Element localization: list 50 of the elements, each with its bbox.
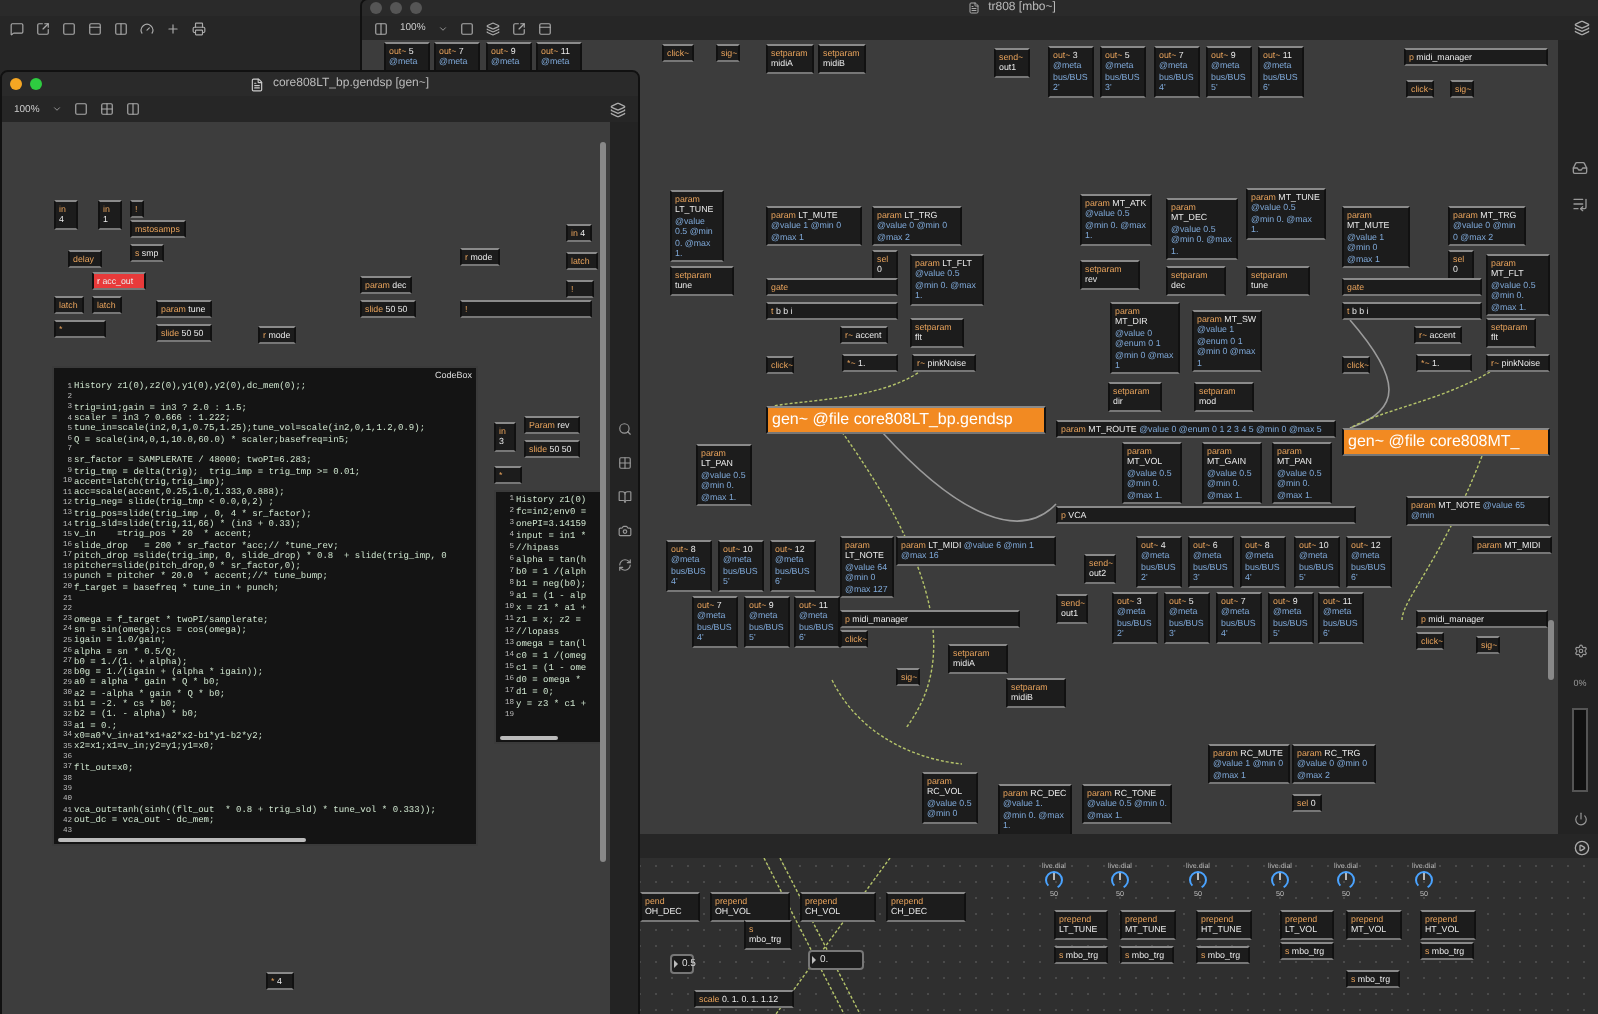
refresh-icon[interactable] xyxy=(617,558,631,572)
knob[interactable] xyxy=(1044,870,1064,890)
layers-icon[interactable] xyxy=(485,21,500,35)
comment-icon[interactable] xyxy=(10,21,24,35)
patch-cord[interactable] xyxy=(1349,371,1491,429)
knob[interactable] xyxy=(1336,870,1356,890)
patch-cord[interactable] xyxy=(1349,319,1390,429)
patch-cord[interactable] xyxy=(773,369,923,407)
caret-icon[interactable] xyxy=(437,23,448,33)
camera-icon[interactable] xyxy=(617,524,631,538)
plus-icon[interactable] xyxy=(166,21,180,35)
knob[interactable] xyxy=(1188,870,1208,890)
knob[interactable] xyxy=(1414,870,1434,890)
grid-icon[interactable] xyxy=(617,456,631,470)
code-editor[interactable] xyxy=(52,366,478,846)
scrollbar[interactable] xyxy=(500,736,559,740)
square-icon[interactable] xyxy=(62,21,76,35)
scrollbar[interactable] xyxy=(1548,620,1554,680)
book-icon[interactable] xyxy=(617,490,631,504)
search-icon[interactable] xyxy=(617,422,631,436)
scrollbar[interactable] xyxy=(58,838,307,842)
document-icon xyxy=(250,77,265,91)
code-editor[interactable] xyxy=(494,490,604,744)
grid-icon[interactable] xyxy=(99,102,114,116)
list-icon[interactable] xyxy=(1572,196,1588,212)
level-meter xyxy=(1572,708,1588,792)
square-icon[interactable] xyxy=(73,102,88,116)
inbox-icon[interactable] xyxy=(1572,160,1588,176)
square-icon[interactable] xyxy=(459,21,474,35)
play-icon[interactable] xyxy=(1574,839,1590,855)
settings-icon[interactable] xyxy=(1573,644,1587,658)
knob[interactable] xyxy=(1110,870,1130,890)
columns-icon[interactable] xyxy=(125,102,140,116)
panel-icon[interactable] xyxy=(537,21,552,35)
power-icon[interactable] xyxy=(1573,812,1587,826)
sidebar-toggle-icon[interactable] xyxy=(374,21,388,35)
box-arrow-icon[interactable] xyxy=(511,21,526,35)
document-icon xyxy=(968,2,981,14)
knob[interactable] xyxy=(1270,870,1290,890)
printer-icon[interactable] xyxy=(192,21,206,35)
layers-icon[interactable] xyxy=(610,101,626,117)
patch-cord[interactable] xyxy=(779,858,861,1014)
box-arrow-icon[interactable] xyxy=(36,21,50,35)
columns-icon[interactable] xyxy=(114,21,128,35)
gauge-icon[interactable] xyxy=(140,21,154,35)
panel-icon[interactable] xyxy=(88,21,102,35)
patch-cord[interactable] xyxy=(881,431,1057,522)
caret-icon[interactable] xyxy=(51,104,62,114)
layers-icon[interactable] xyxy=(1574,20,1590,36)
scrollbar[interactable] xyxy=(600,142,606,862)
